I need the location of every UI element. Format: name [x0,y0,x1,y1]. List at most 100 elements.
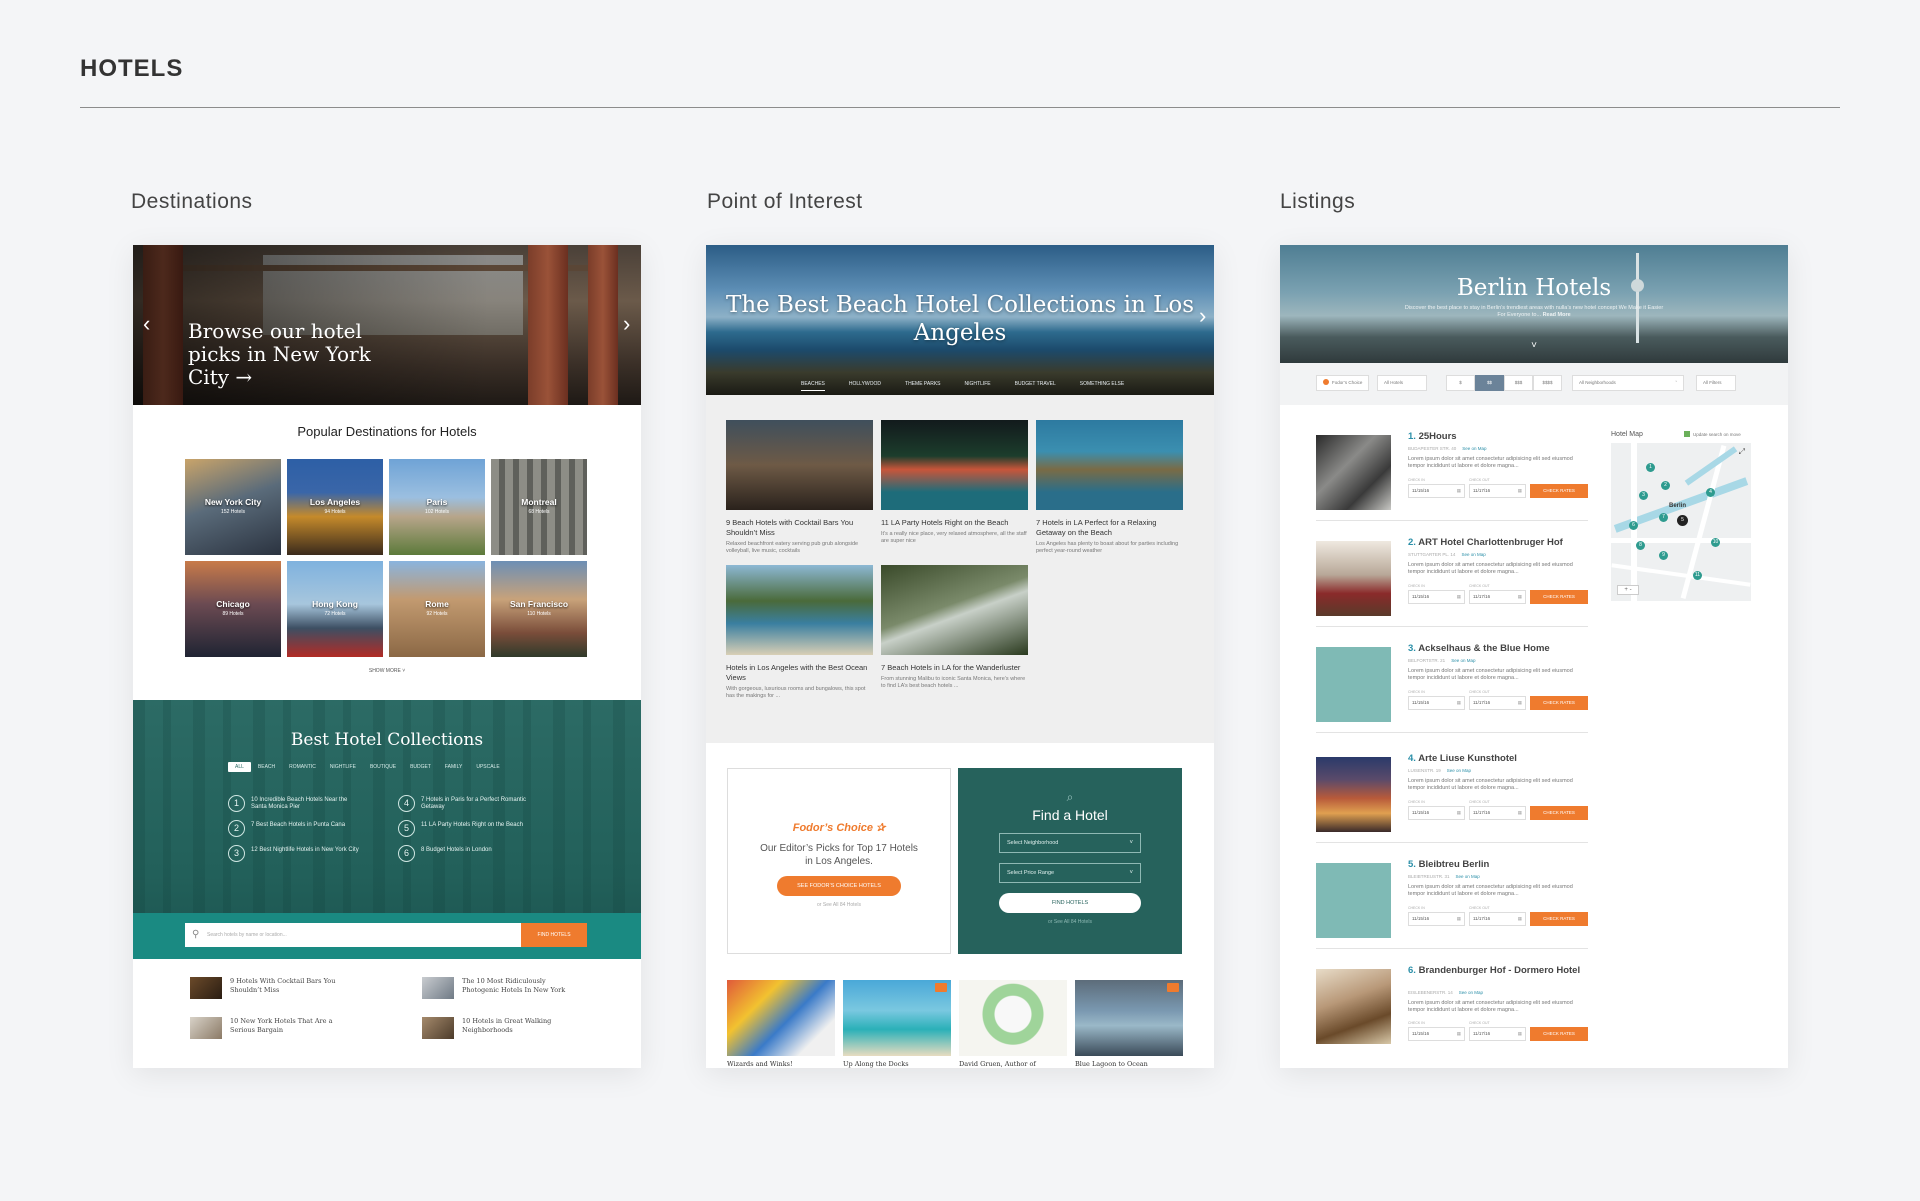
tab-theme-parks[interactable]: THEME PARKS [905,381,940,391]
filter-tab[interactable]: ROMANTIC [282,762,323,772]
article-item[interactable]: 10 New York Hotels That Are a Serious Ba… [190,1017,422,1039]
zoom-controls[interactable]: + - [1617,585,1639,595]
fodors-choice-filter[interactable]: Fodor’s Choice [1316,375,1370,391]
article-item[interactable]: The 10 Most Ridiculously Photogenic Hote… [422,977,590,999]
see-all-hotels-link[interactable]: or See All 84 Hotels [958,919,1182,925]
check-rates-button[interactable]: CHECK RATES [1530,806,1588,820]
hotel-name[interactable]: 6. Brandenburger Hof - Dormero Hotel [1408,965,1588,976]
check-out-field[interactable]: 11/17/16 ▦ [1469,1027,1526,1041]
destination-tile[interactable]: Rome 92 Hotels [389,561,485,657]
check-out-field[interactable]: 11/17/16 ▦ [1469,806,1526,820]
check-rates-button[interactable]: CHECK RATES [1530,696,1588,710]
destination-tile[interactable]: Hong Kong 72 Hotels [287,561,383,657]
tab-hollywood[interactable]: HOLLYWOOD [849,381,881,391]
check-out-field[interactable]: 11/17/16 ▦ [1469,912,1526,926]
see-on-map-link[interactable]: See on Map [1459,990,1483,995]
collection-item[interactable]: 1 10 Incredible Beach Hotels Near the San… [228,795,398,812]
map-pin[interactable]: 4 [1706,488,1715,497]
map-pin[interactable]: 1 [1646,463,1655,472]
chevron-right-icon[interactable]: › [1199,305,1206,327]
tab-budget-travel[interactable]: BUDGET TRAVEL [1015,381,1056,391]
check-in-field[interactable]: 11/15/16 ▦ [1408,590,1465,604]
article-item[interactable]: 9 Hotels With Cocktail Bars You Shouldn’… [190,977,422,999]
destination-tile[interactable]: New York City 152 Hotels [185,459,281,555]
see-all-hotels-link[interactable]: or See All 84 Hotels [728,902,950,908]
hotel-photo[interactable] [1316,435,1391,510]
hotel-photo[interactable] [1316,969,1391,1044]
map-pin-selected[interactable]: 5 [1677,515,1688,526]
see-on-map-link[interactable]: See on Map [1447,768,1471,773]
hotel-photo[interactable] [1316,757,1391,832]
find-hotels-button[interactable]: FIND HOTELS [999,893,1141,913]
hotel-listing[interactable]: 4. Arte Liuse Kunsthotel LUISENSTR. 19 Se… [1316,753,1588,843]
see-on-map-link[interactable]: See on Map [1461,552,1485,557]
destination-tile[interactable]: Chicago 89 Hotels [185,561,281,657]
collection-item[interactable]: 5 11 LA Party Hotels Right on the Beach [398,820,548,837]
collection-item[interactable]: 3 12 Best Nightlife Hotels in New York Ci… [228,845,398,862]
read-more-link[interactable]: Read More [1543,312,1571,318]
related-article[interactable]: Up Along the Docks [843,980,951,1068]
hotel-photo[interactable] [1316,541,1391,616]
check-in-field[interactable]: 11/15/16 ▦ [1408,484,1465,498]
collection-item[interactable]: 4 7 Hotels in Paris for a Perfect Romanti… [398,795,548,812]
check-rates-button[interactable]: CHECK RATES [1530,590,1588,604]
price-filter-2[interactable]: $$ [1475,375,1504,391]
check-rates-button[interactable]: CHECK RATES [1530,484,1588,498]
filter-tab[interactable]: BUDGET [403,762,438,772]
hotel-name[interactable]: 2. ART Hotel Charlottenbruger Hof [1408,537,1588,548]
hotel-listing[interactable]: 1. 25Hours BUDAPESTER STR. 40 See on Map … [1316,431,1588,521]
hotel-photo-placeholder[interactable] [1316,863,1391,938]
article-item[interactable]: 10 Hotels in Great Walking Neighborhoods [422,1017,590,1039]
filter-tab[interactable]: UPSCALE [469,762,506,772]
see-on-map-link[interactable]: See on Map [1462,446,1486,451]
hotel-name[interactable]: 5. Bleibtreu Berlin [1408,859,1588,870]
hotel-listing[interactable]: 2. ART Hotel Charlottenbruger Hof STUTTG… [1316,537,1588,627]
poi-card[interactable]: 7 Hotels in LA Perfect for a Relaxing Ge… [1036,420,1183,555]
map-pin[interactable]: 7 [1659,513,1668,522]
tab-nightlife[interactable]: NIGHTLIFE [965,381,991,391]
hotel-map[interactable]: Berlin 1 2 3 4 5 6 7 8 9 10 11 + - ⤢ [1611,443,1751,601]
hotel-name[interactable]: 1. 25Hours [1408,431,1588,442]
see-fodors-choice-button[interactable]: SEE FODOR’S CHOICE HOTELS [777,876,901,896]
find-hotels-button[interactable]: FIND HOTELS [521,923,587,947]
filter-tab[interactable]: ALL [228,762,251,772]
all-hotels-filter[interactable]: All Hotels [1377,375,1427,391]
price-filter-1[interactable]: $ [1446,375,1475,391]
related-article[interactable]: Blue Lagoon to Ocean [1075,980,1183,1068]
filter-tab[interactable]: FAMILY [438,762,469,772]
related-article[interactable]: Wizards and Winks! [727,980,835,1068]
check-out-field[interactable]: 11/17/16 ▦ [1469,696,1526,710]
map-pin[interactable]: 3 [1639,491,1648,500]
destination-tile[interactable]: Paris 102 Hotels [389,459,485,555]
hotel-listing[interactable]: 5. Bleibtreu Berlin BLEIBTREUSTR. 31 See … [1316,859,1588,949]
check-in-field[interactable]: 11/15/16 ▦ [1408,696,1465,710]
check-in-field[interactable]: 11/15/16 ▦ [1408,1027,1465,1041]
poi-card[interactable]: 11 LA Party Hotels Right on the Beach It’… [881,420,1028,555]
map-pin[interactable]: 11 [1693,571,1702,580]
hero-banner[interactable]: Browse our hotel picks in New York City … [133,245,641,405]
map-pin[interactable]: 10 [1711,538,1720,547]
related-article[interactable]: David Gruen, Author of [959,980,1067,1068]
map-pin[interactable]: 2 [1661,481,1670,490]
tab-something-else[interactable]: SOMETHING ELSE [1080,381,1124,391]
search-input[interactable]: ⚲ Search hotels by name or location... [185,923,521,947]
expand-icon[interactable]: ⤢ [1739,447,1745,457]
check-in-field[interactable]: 11/15/16 ▦ [1408,806,1465,820]
collection-item[interactable]: 2 7 Best Beach Hotels in Punta Cana [228,820,398,837]
all-filters-button[interactable]: All Filters [1696,375,1736,391]
tab-beaches[interactable]: BEACHES [801,381,825,391]
show-more-link[interactable]: SHOW MORE ˅ [133,668,641,674]
check-out-field[interactable]: 11/17/16 ▦ [1469,590,1526,604]
hotel-listing[interactable]: 6. Brandenburger Hof - Dormero Hotel EIS… [1316,965,1588,1055]
price-filter-3[interactable]: $$$ [1504,375,1533,391]
hotel-name[interactable]: 4. Arte Liuse Kunsthotel [1408,753,1588,764]
check-rates-button[interactable]: CHECK RATES [1530,912,1588,926]
hero-banner[interactable]: The Best Beach Hotel Collections in Los … [706,245,1214,395]
filter-tab[interactable]: BEACH [251,762,282,772]
poi-card[interactable]: Hotels in Los Angeles with the Best Ocea… [726,565,873,700]
see-on-map-link[interactable]: See on Map [1456,874,1480,879]
check-out-field[interactable]: 11/17/16 ▦ [1469,484,1526,498]
map-pin[interactable]: 9 [1659,551,1668,560]
filter-tab[interactable]: BOUTIQUE [363,762,403,772]
check-in-field[interactable]: 11/15/16 ▦ [1408,912,1465,926]
